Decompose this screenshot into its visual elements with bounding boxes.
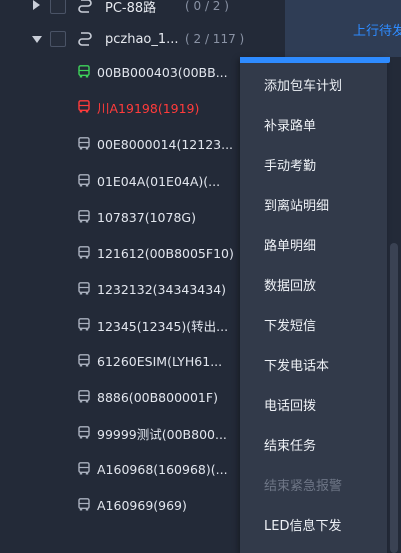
menu-item-call-back[interactable]: 电话回拨	[264, 395, 316, 414]
bus-icon	[78, 137, 90, 150]
vehicle-row[interactable]: 1232132(34343434)	[0, 274, 265, 304]
tree-group-row[interactable]: PC-88路 ( 0 / 2 )	[0, 0, 265, 21]
menu-item-end-emergency-alarm: 结束紧急报警	[264, 479, 343, 494]
bus-icon	[78, 100, 90, 113]
vehicle-label: 00E8000014(12123...	[97, 136, 234, 152]
vehicle-row[interactable]: 61260ESIM(LYH61...	[0, 346, 265, 376]
bus-icon	[78, 390, 90, 403]
expand-caret-icon[interactable]	[33, 0, 40, 10]
vehicle-label: 12345(12345)(转出...	[97, 318, 229, 334]
bus-icon	[78, 174, 90, 187]
group-label: PC-88路	[105, 0, 157, 16]
vehicle-row[interactable]: 8886(00B800001F)	[0, 382, 265, 412]
collapse-caret-icon[interactable]	[32, 36, 42, 43]
vehicle-row[interactable]: 00BB000403(00BB...	[0, 57, 265, 87]
vehicle-label: A160969(969)	[97, 497, 187, 513]
vehicle-label: 01E04A(01E04A)(...	[97, 173, 221, 189]
tab-upline-waiting[interactable]: 上行待发	[353, 20, 401, 39]
vehicle-row[interactable]: 00E8000014(12123...	[0, 129, 265, 159]
bus-icon	[78, 462, 90, 475]
vehicle-label: A160968(160968)(...	[97, 461, 228, 477]
bus-icon	[78, 498, 90, 511]
menu-item-manual-attendance[interactable]: 手动考勤	[264, 155, 316, 174]
bus-icon	[78, 318, 90, 331]
vehicle-label: 川A19198(1919)	[97, 100, 200, 116]
menu-item-station-arrival-detail[interactable]: 到离站明细	[264, 195, 329, 214]
menu-item-send-sms[interactable]: 下发短信	[264, 315, 316, 334]
vehicle-row[interactable]: 12345(12345)(转出...	[0, 310, 265, 340]
vehicle-label: 1232132(34343434)	[97, 281, 227, 297]
menu-scrollbar[interactable]	[390, 243, 398, 553]
tree-group-row[interactable]: pczhao_1... ( 2 / 117 )	[0, 24, 265, 54]
context-menu: 添加包车计划 补录路单手动考勤到离站明细路单明细数据回放下发短信下发电话本电话回拨…	[240, 57, 390, 553]
menu-item-data-playback[interactable]: 数据回放	[264, 275, 316, 294]
menu-accent-bar	[240, 57, 390, 63]
bus-icon	[78, 65, 90, 78]
group-label: pczhao_1...	[105, 31, 179, 47]
vehicle-label: 00BB000403(00BB...	[97, 64, 228, 80]
menu-item-supplement-waybill[interactable]: 补录路单	[264, 115, 316, 134]
vehicle-label: 121612(00B8005F10)	[97, 245, 234, 261]
vehicle-row[interactable]: 川A19198(1919)	[0, 92, 265, 122]
vehicle-tree-panel: PC-88路 ( 0 / 2 ) pczhao_1... ( 2 / 117 )…	[0, 0, 265, 553]
vehicle-row[interactable]: 107837(1078G)	[0, 202, 265, 232]
menu-item-send-phonebook[interactable]: 下发电话本	[264, 355, 329, 374]
bus-icon	[78, 354, 90, 367]
route-icon	[78, 0, 92, 13]
menu-item-add-charter-plan[interactable]: 添加包车计划	[264, 75, 342, 94]
vehicle-label: 107837(1078G)	[97, 209, 196, 225]
vehicle-row[interactable]: 01E04A(01E04A)(...	[0, 166, 265, 196]
bus-icon	[78, 210, 90, 223]
menu-item-waybill-detail[interactable]: 路单明细	[264, 235, 316, 254]
vehicle-label: 8886(00B800001F)	[97, 389, 218, 405]
vehicle-row[interactable]: A160968(160968)(...	[0, 454, 265, 484]
menu-item-end-task[interactable]: 结束任务	[264, 435, 316, 454]
bus-icon	[78, 246, 90, 259]
group-checkbox[interactable]	[50, 31, 66, 47]
vehicle-label: 99999测试(00B800...	[97, 426, 227, 442]
vehicle-label: 61260ESIM(LYH61...	[97, 353, 223, 369]
bus-icon	[78, 282, 90, 295]
vehicle-row[interactable]: A160969(969)	[0, 490, 265, 520]
bus-icon	[78, 426, 90, 439]
group-count: ( 0 / 2 )	[185, 0, 229, 13]
route-icon	[78, 32, 92, 46]
vehicle-row[interactable]: 99999测试(00B800...	[0, 418, 265, 448]
group-checkbox[interactable]	[50, 0, 66, 14]
group-count: ( 2 / 117 )	[185, 32, 245, 46]
menu-item-send-led-info[interactable]: LED信息下发	[264, 515, 341, 534]
vehicle-row[interactable]: 121612(00B8005F10)	[0, 238, 265, 268]
